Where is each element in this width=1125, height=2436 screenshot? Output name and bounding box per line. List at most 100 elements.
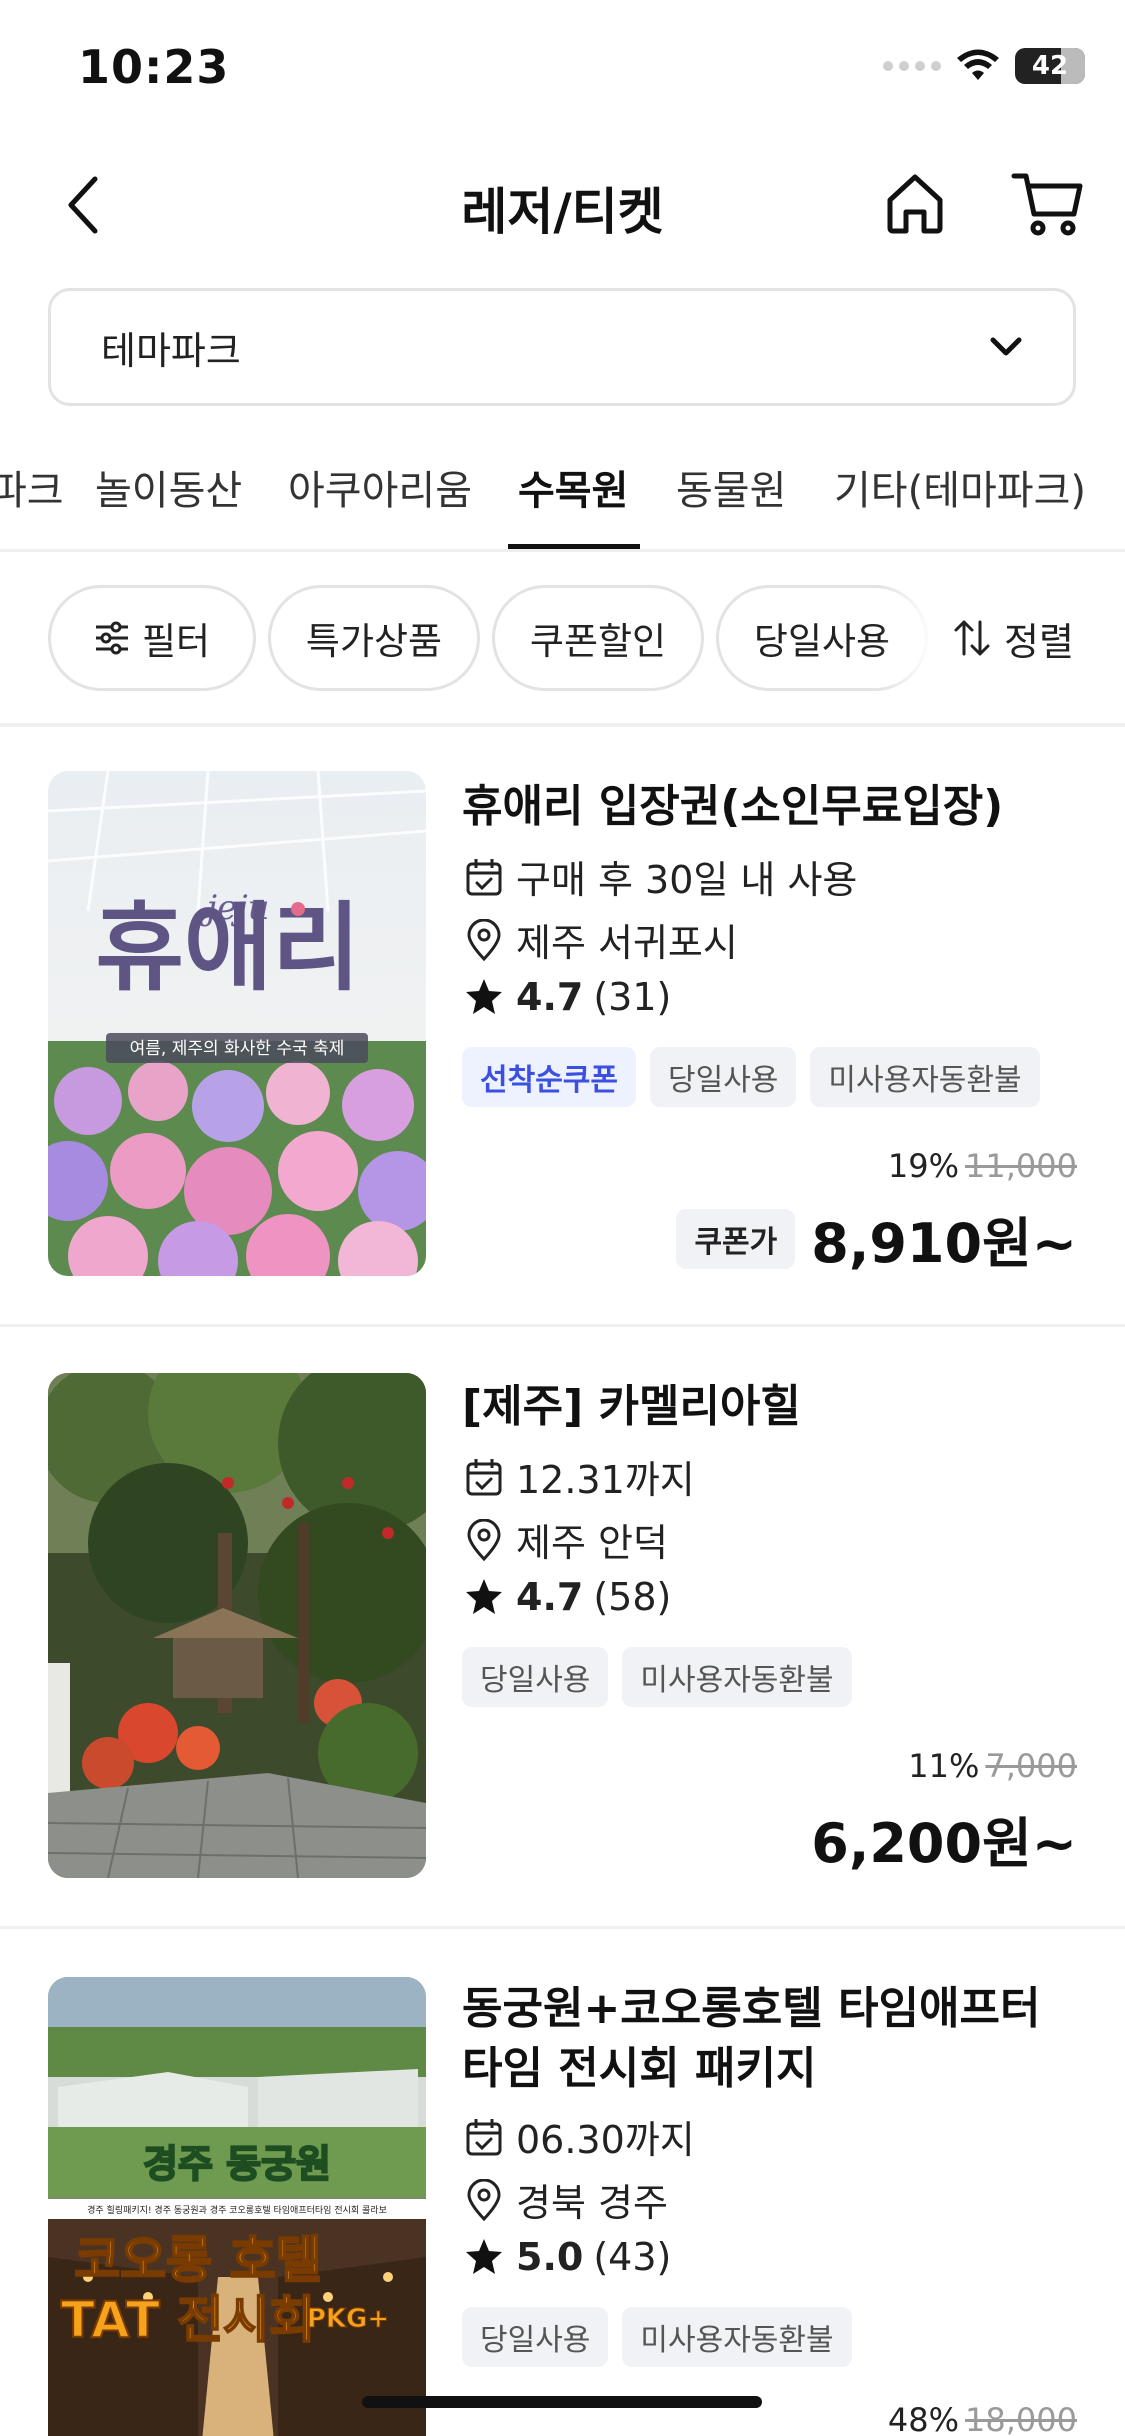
product-tags: 당일사용 미사용자동환불 — [462, 1647, 852, 1707]
battery-icon: 42 — [1015, 48, 1085, 84]
location-pin-icon — [467, 1518, 501, 1561]
star-icon — [466, 1579, 502, 1614]
product-validity: 12.31까지 — [462, 1449, 695, 1504]
tab-zoo[interactable]: 동물원 — [676, 458, 786, 516]
product-title[interactable]: 동궁원+코오롱호텔 타임애프터 타임 전시회 패키지 — [462, 1979, 1092, 2099]
sort-label: 정렬 — [1004, 619, 1074, 664]
chip-coupon-discount[interactable]: 쿠폰할인 — [492, 585, 704, 691]
discount-rate: 19% — [887, 1147, 960, 1185]
category-tabs: 파크 놀이동산 아쿠아리움 수목원 동물원 기타(테마파크) — [0, 440, 1125, 552]
image-big-line2: TAT 전시회 — [61, 2291, 316, 2349]
image-logo-big: 휴애리 — [96, 892, 361, 1004]
chip-special-deal[interactable]: 특가상품 — [268, 585, 480, 691]
rating-value: 5.0 — [516, 2235, 584, 2279]
product-image-hueree[interactable]: jeju 휴애리 여름, 제주의 화사한 수국 축제 — [48, 771, 426, 1276]
discount-rate: 11% — [908, 1747, 980, 1785]
sliders-icon — [95, 621, 128, 655]
product-tags: 당일사용 미사용자동환불 — [462, 2307, 852, 2367]
original-price: 7,000 — [985, 1747, 1077, 1785]
tab-arboretum[interactable]: 수목원 — [518, 458, 628, 516]
active-tab-indicator — [508, 544, 640, 549]
tag-same-day-use: 당일사용 — [650, 1047, 797, 1107]
category-dropdown[interactable]: 테마파크 — [48, 288, 1076, 406]
product-location: 경북 경주 — [462, 2172, 668, 2227]
review-count: (58) — [593, 1575, 672, 1619]
category-dropdown-value: 테마파크 — [101, 328, 241, 373]
filter-bar: 필터 특가상품 쿠폰할인 당일사용 정렬 — [0, 585, 1125, 693]
tag-same-day-use: 당일사용 — [462, 2307, 609, 2367]
status-icons: 42 — [883, 48, 1085, 84]
home-button[interactable] — [880, 168, 950, 238]
review-count: (43) — [593, 2235, 672, 2279]
cellular-signal-icon — [883, 61, 941, 71]
location-text: 제주 서귀포시 — [516, 921, 738, 965]
product-validity: 구매 후 30일 내 사용 — [462, 849, 857, 904]
product-title-line2: 타임 전시회 패키지 — [462, 2043, 817, 2094]
price-block: 19% 11,000 쿠폰가 8,910원~ — [676, 1147, 1077, 1278]
product-title[interactable]: 휴애리 입장권(소인무료입장) — [462, 777, 1092, 837]
original-price: 11,000 — [965, 1147, 1077, 1185]
price-block: 11% 7,000 6,200원~ — [811, 1747, 1077, 1878]
tab-theme-park[interactable]: 파크 — [0, 458, 64, 516]
image-big-line1: 코오롱 호텔 — [74, 2231, 321, 2289]
tag-first-come-coupon: 선착순쿠폰 — [462, 1047, 636, 1107]
tab-aquarium[interactable]: 아쿠아리움 — [288, 458, 472, 516]
location-text: 경북 경주 — [516, 2181, 668, 2225]
tag-same-day-use: 당일사용 — [462, 1647, 609, 1707]
package-promo-image: 경주 동궁원 경주 힐링패키지! 경주 동궁원과 경주 코오롱호텔 타임애프터타… — [48, 1977, 426, 2436]
sort-button[interactable]: 정렬 — [952, 585, 1074, 691]
product-rating: 4.7 (31) — [462, 975, 671, 1019]
validity-text: 12.31까지 — [516, 1458, 695, 1502]
product-validity: 06.30까지 — [462, 2109, 695, 2164]
status-bar: 10:23 42 — [0, 0, 1125, 140]
status-time: 10:23 — [78, 40, 230, 94]
home-indicator[interactable] — [362, 2396, 762, 2408]
product-image-donggungwon[interactable]: 경주 동궁원 경주 힐링패키지! 경주 동궁원과 경주 코오롱호텔 타임애프터타… — [48, 1977, 426, 2436]
tag-auto-refund: 미사용자동환불 — [810, 1047, 1040, 1107]
filter-label: 필터 — [141, 620, 211, 663]
product-rating: 5.0 (43) — [462, 2235, 671, 2279]
location-text: 제주 안덕 — [516, 1521, 668, 1565]
sale-price: 6,200원~ — [811, 1812, 1077, 1875]
star-icon — [466, 979, 502, 1014]
location-pin-icon — [467, 918, 501, 961]
chip-scroll-fade — [880, 585, 960, 693]
product-title[interactable]: [제주] 카멜리아힐 — [462, 1377, 1092, 1437]
tab-amusement-park[interactable]: 놀이동산 — [95, 458, 242, 516]
home-icon — [887, 174, 943, 234]
rating-value: 4.7 — [516, 1575, 584, 1619]
validity-text: 06.30까지 — [516, 2118, 695, 2162]
discount-rate: 48% — [887, 2401, 960, 2436]
original-price: 18,000 — [965, 2401, 1077, 2436]
image-headline: 경주 동궁원 — [143, 2142, 331, 2186]
price-block: 48% 18,000 — [888, 2401, 1077, 2436]
product-location: 제주 서귀포시 — [462, 912, 738, 967]
chevron-down-icon — [990, 337, 1022, 356]
product-tags: 선착순쿠폰 당일사용 미사용자동환불 — [462, 1047, 1040, 1107]
image-subline: 경주 힐링패키지! 경주 동궁원과 경주 코오롱호텔 타임애프터타임 전시회 콜… — [87, 2204, 387, 2216]
calendar-check-icon — [466, 858, 502, 895]
product-image-camellia-hill[interactable] — [48, 1373, 426, 1878]
coupon-price-label: 쿠폰가 — [676, 1208, 796, 1269]
product-card[interactable]: 경주 동궁원 경주 힐링패키지! 경주 동궁원과 경주 코오롱호텔 타임애프터타… — [0, 1929, 1125, 2436]
tab-other-theme-park[interactable]: 기타(테마파크) — [834, 458, 1086, 516]
location-pin-icon — [467, 2178, 501, 2221]
app-header: 레저/티켓 — [0, 150, 1125, 260]
page-title: 레저/티켓 — [461, 183, 664, 241]
image-caption: 여름, 제주의 화사한 수국 축제 — [130, 1039, 345, 1059]
review-count: (31) — [593, 975, 672, 1019]
product-card[interactable]: [제주] 카멜리아힐 12.31까지 제주 안덕 4.7 (58) 당일사용 미… — [0, 1327, 1125, 1925]
product-title-line1: 동궁원+코오롱호텔 타임애프터 — [462, 1983, 1041, 2034]
product-card[interactable]: jeju 휴애리 여름, 제주의 화사한 수국 축제 휴애리 입장권(소인무료입… — [0, 727, 1125, 1325]
sale-price: 8,910원~ — [811, 1212, 1077, 1275]
product-rating: 4.7 (58) — [462, 1575, 671, 1619]
filter-button[interactable]: 필터 — [48, 585, 256, 691]
product-location: 제주 안덕 — [462, 1512, 668, 1567]
tag-auto-refund: 미사용자동환불 — [622, 1647, 852, 1707]
rating-value: 4.7 — [516, 975, 584, 1019]
cart-button[interactable] — [1010, 168, 1086, 238]
calendar-check-icon — [466, 2118, 502, 2155]
sort-arrows-icon — [954, 620, 990, 656]
validity-text: 구매 후 30일 내 사용 — [516, 858, 858, 902]
wifi-icon — [957, 49, 999, 80]
